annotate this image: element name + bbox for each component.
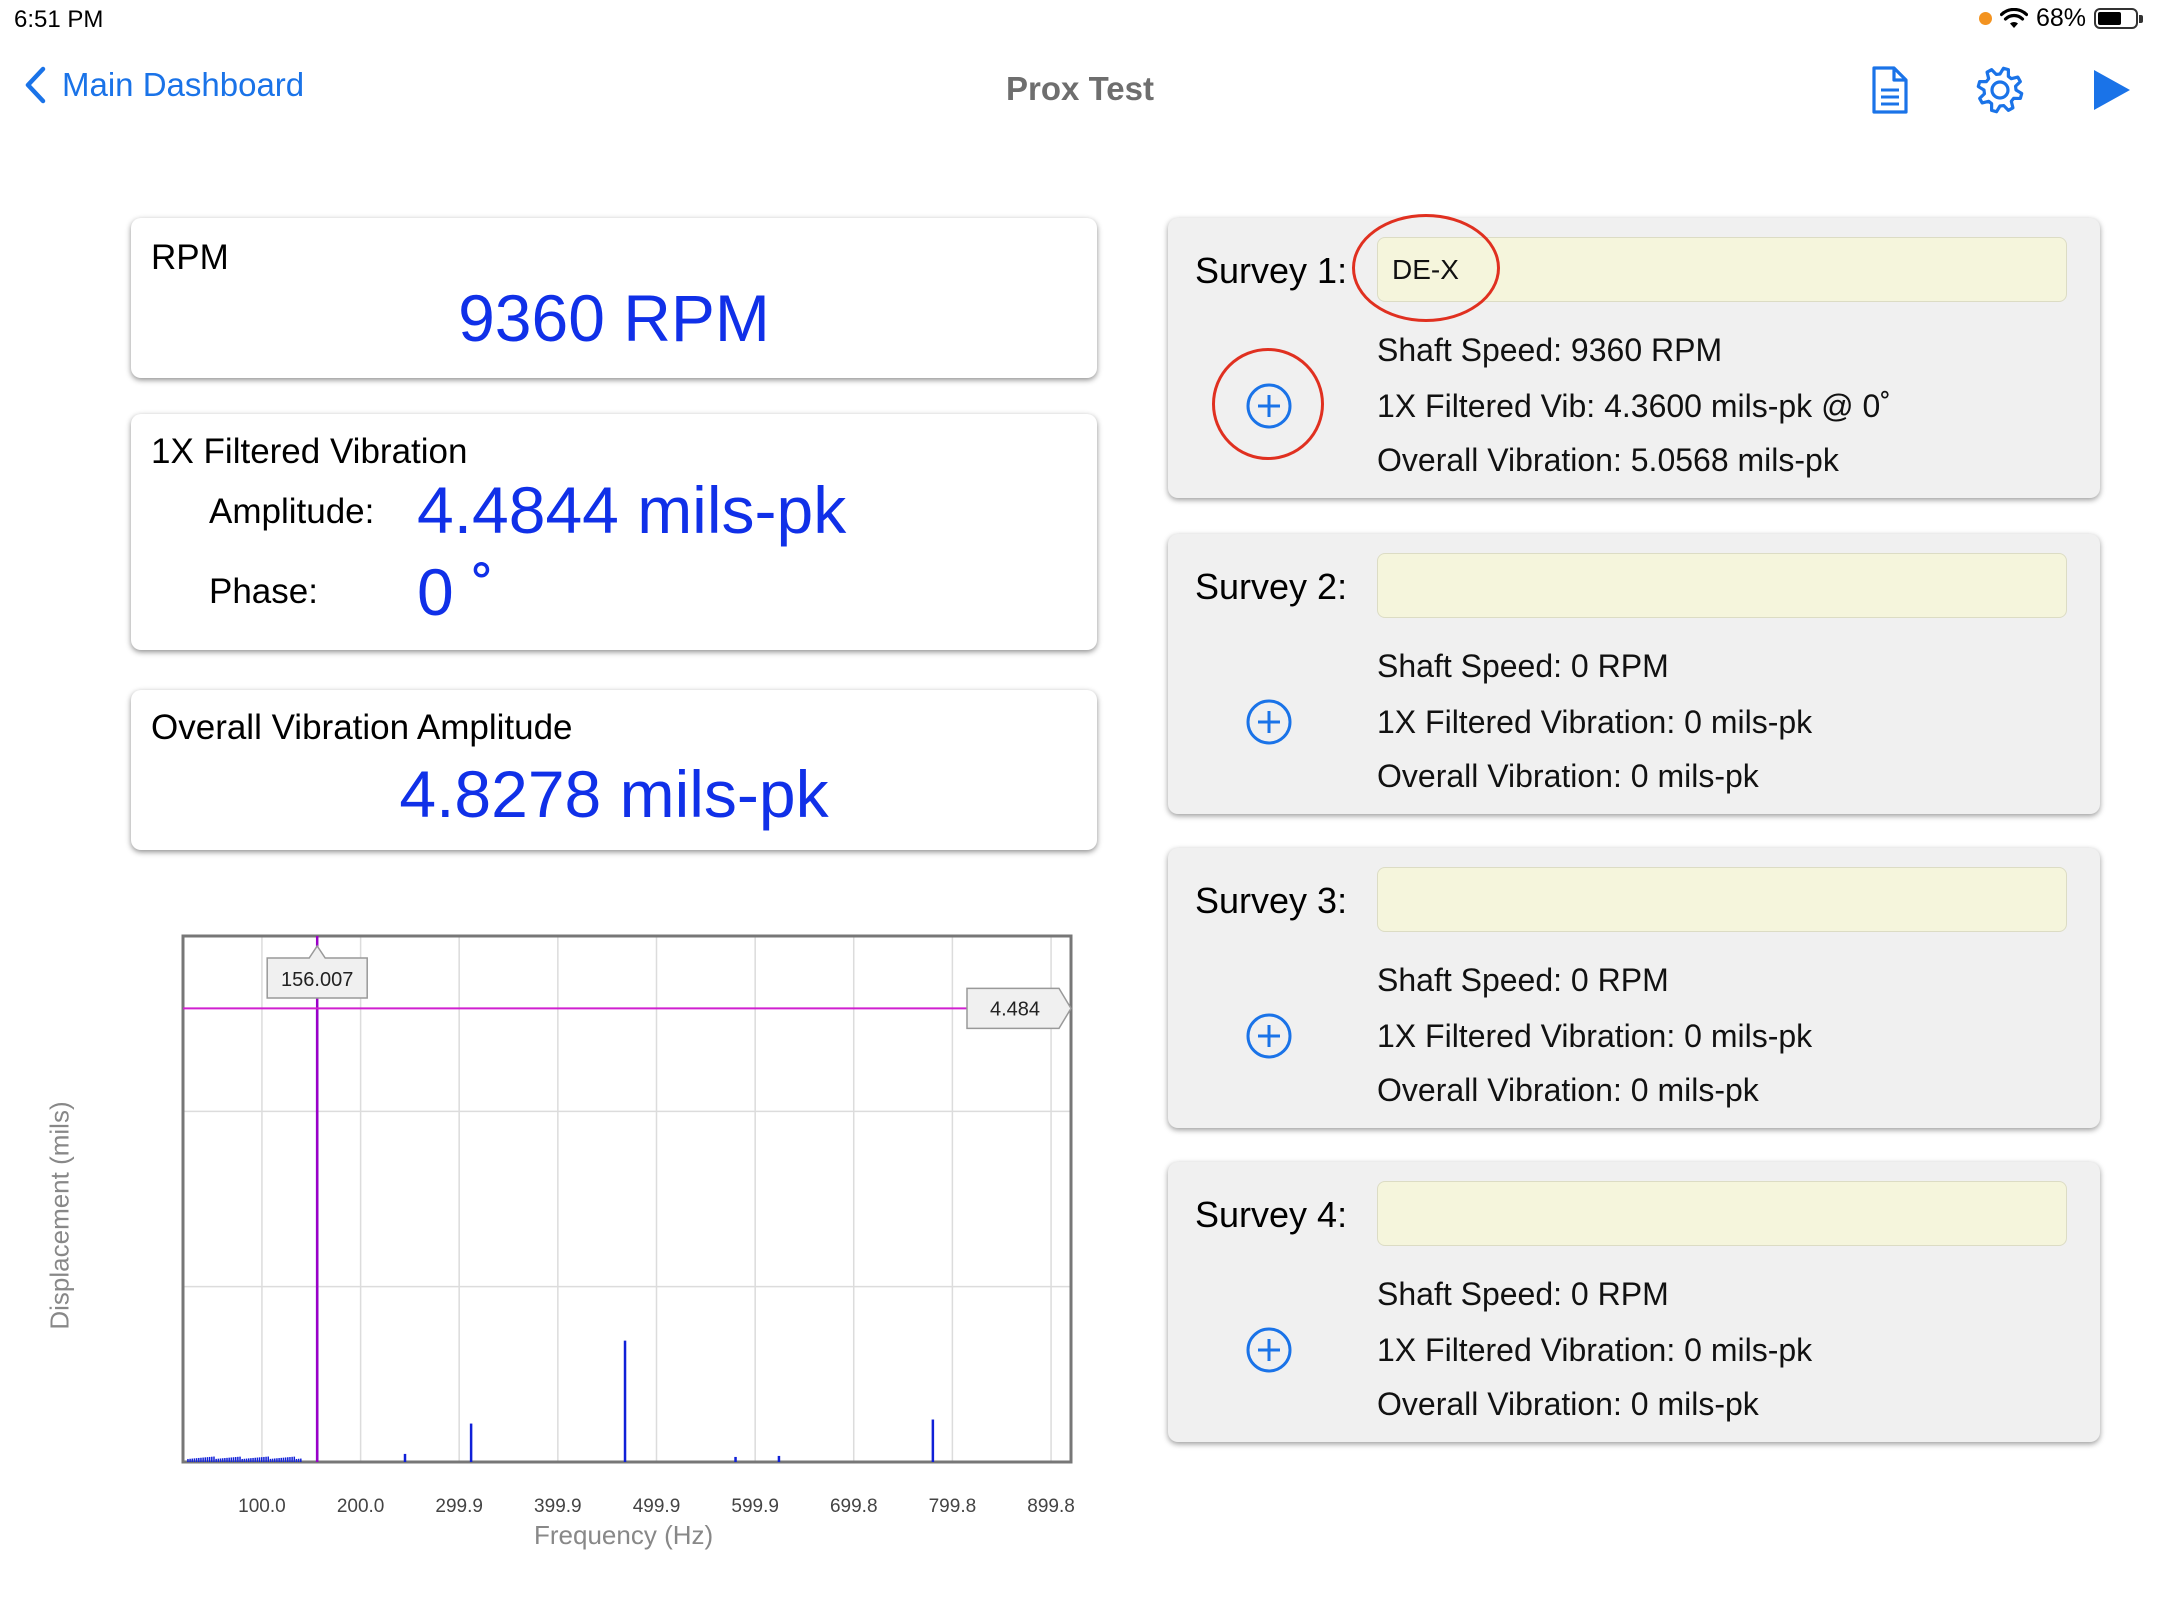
x-axis-label: Frequency (Hz) — [534, 1520, 714, 1550]
overall-vibration-value: 4.8278 mils-pk — [399, 757, 829, 831]
battery-icon — [2094, 8, 2143, 29]
spectrum-plot[interactable]: 156.007 4.484 — [28, 920, 1128, 1560]
survey-label: Survey 3: — [1195, 880, 1348, 921]
rpm-value: 9360 RPM — [458, 281, 770, 355]
survey-shaft-speed: Shaft Speed: 9360 RPM — [1377, 332, 1723, 368]
filtered-vibration-card: 1X Filtered Vibration Amplitude: 4.4844 … — [131, 414, 1097, 650]
survey-shaft-speed: Shaft Speed: 0 RPM — [1377, 1276, 1669, 1312]
add-survey-icon[interactable] — [1245, 698, 1293, 746]
status-indicators: 68% — [1978, 4, 2143, 33]
survey-label: Survey 2: — [1195, 566, 1348, 607]
survey-card-1: Survey 1: DE-X Shaft Speed: 9360 RPM 1X … — [1168, 218, 2100, 498]
amplitude-label: Amplitude: — [209, 492, 375, 531]
highlight-ring-survey-name — [1352, 214, 1500, 322]
survey-label: Survey 4: — [1195, 1194, 1348, 1235]
x-tick-label: 699.8 — [829, 1496, 878, 1517]
x-tick-label: 399.9 — [534, 1496, 582, 1517]
survey-label: Survey 1: — [1195, 250, 1348, 291]
survey-shaft-speed: Shaft Speed: 0 RPM — [1377, 648, 1669, 684]
page-title: Prox Test — [1006, 70, 1154, 107]
survey-filtered-vibration: 1X Filtered Vibration: 0 mils-pk — [1377, 704, 1813, 740]
survey-overall-vibration: Overall Vibration: 0 mils-pk — [1377, 1386, 1759, 1422]
cursor-x-label: 156.007 — [281, 969, 353, 991]
document-icon[interactable] — [1862, 62, 1918, 118]
rpm-label: RPM — [151, 238, 229, 277]
x-tick-label: 299.9 — [435, 1496, 483, 1517]
y-axis-label: Displacement (mils) — [44, 1101, 75, 1330]
survey-overall-vibration: Overall Vibration: 5.0568 mils-pk — [1377, 442, 1839, 478]
phase-value: 0 ˚ — [417, 555, 495, 629]
survey-name-field[interactable] — [1377, 867, 2067, 932]
add-survey-icon[interactable] — [1245, 1012, 1293, 1060]
survey-card-4: Survey 4: Shaft Speed: 0 RPM 1X Filtered… — [1168, 1162, 2100, 1442]
survey-card-3: Survey 3: Shaft Speed: 0 RPM 1X Filtered… — [1168, 848, 2100, 1128]
gear-icon[interactable] — [1972, 62, 2028, 118]
survey-filtered-vibration: 1X Filtered Vibration: 0 mils-pk — [1377, 1018, 1813, 1054]
x-tick-label: 599.9 — [731, 1496, 779, 1517]
status-time: 6:51 PM — [14, 6, 104, 33]
x-tick-label: 499.9 — [632, 1496, 681, 1517]
add-survey-icon[interactable] — [1245, 1326, 1293, 1374]
spectrum-chart[interactable]: 156.007 4.484 100.0 200.0 299.9 399.9 499.9 59… — [28, 920, 1128, 1560]
survey-name-field[interactable] — [1377, 553, 2067, 618]
highlight-ring-add-button — [1212, 348, 1324, 460]
wifi-icon — [1999, 7, 2028, 28]
survey-name-field[interactable] — [1377, 1181, 2067, 1246]
x-tick-label: 799.8 — [928, 1496, 977, 1517]
x-tick-label: 100.0 — [238, 1496, 286, 1517]
overall-vibration-card: Overall Vibration Amplitude 4.8278 mils-… — [131, 690, 1097, 850]
battery-percent: 68% — [2035, 4, 2086, 32]
recording-indicator-icon — [1978, 12, 1992, 25]
survey-filtered-vibration: 1X Filtered Vib: 4.3600 mils-pk @ 0˚ — [1377, 388, 1891, 424]
survey-overall-vibration: Overall Vibration: 0 mils-pk — [1377, 1072, 1759, 1108]
x-tick-label: 200.0 — [336, 1496, 385, 1517]
x-tick-label: 899.8 — [1027, 1496, 1075, 1517]
amplitude-value: 4.4844 mils-pk — [417, 473, 847, 547]
survey-overall-vibration: Overall Vibration: 0 mils-pk — [1377, 758, 1759, 794]
survey-filtered-vibration: 1X Filtered Vibration: 0 mils-pk — [1377, 1332, 1813, 1368]
overall-vibration-label: Overall Vibration Amplitude — [151, 708, 573, 747]
cursor-y-label: 4.484 — [990, 998, 1040, 1020]
play-icon[interactable] — [2082, 62, 2138, 118]
filtered-vibration-label: 1X Filtered Vibration — [151, 432, 468, 471]
rpm-card: RPM 9360 RPM — [131, 218, 1097, 378]
survey-shaft-speed: Shaft Speed: 0 RPM — [1377, 962, 1669, 998]
phase-label: Phase: — [209, 572, 318, 611]
survey-card-2: Survey 2: Shaft Speed: 0 RPM 1X Filtered… — [1168, 534, 2100, 814]
